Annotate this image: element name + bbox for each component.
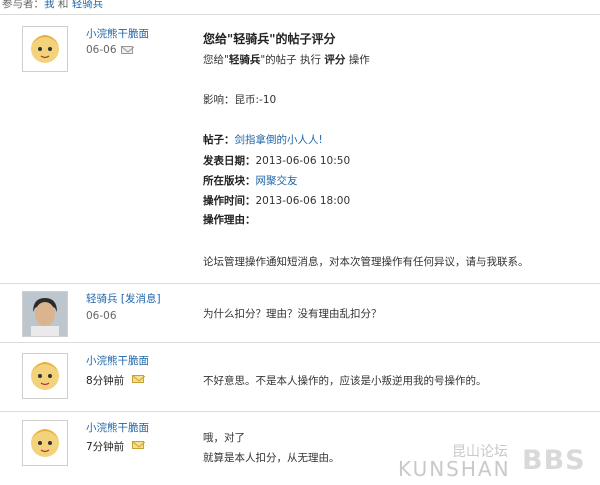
subtitle-action: 评分 <box>324 54 346 66</box>
message-date: 06-06 <box>86 44 117 56</box>
divider <box>0 283 600 284</box>
post-link[interactable]: 剑指拿倒的小人人! <box>235 134 323 146</box>
send-message-link[interactable]: [发消息] <box>121 293 161 305</box>
mail-icon <box>132 375 145 383</box>
message-text: 为什么扣分？理由？没有理由乱扣分？ <box>203 308 382 320</box>
message-text: 不好意思。不是本人操作的，应该是小叛逆用我的号操作的。 <box>203 375 487 387</box>
publish-value: 2013-06-06 10:50 <box>255 155 351 167</box>
reason-row: 操作理由： <box>203 212 256 227</box>
subtitle-pre: 您给" <box>203 54 229 66</box>
sender-row: 轻骑兵 [发消息] <box>86 291 161 306</box>
message-title: 您给"轻骑兵"的帖子评分 <box>203 32 336 46</box>
participants-prefix: 参与者： <box>2 0 44 10</box>
board-link[interactable]: 网聚交友 <box>256 175 298 187</box>
post-row: 帖子：剑指拿倒的小人人! <box>203 132 323 147</box>
avatar[interactable] <box>22 26 68 72</box>
mail-icon <box>121 46 134 54</box>
mail-icon <box>132 441 145 449</box>
message-date: 06-06 <box>86 310 117 322</box>
optime-label: 操作时间： <box>203 195 256 207</box>
publish-row: 发表日期：2013-06-06 10:50 <box>203 153 350 168</box>
board-label: 所在版块： <box>203 175 256 187</box>
avatar[interactable] <box>22 353 68 399</box>
publish-label: 发表日期： <box>203 155 256 167</box>
optime-value: 2013-06-06 18:00 <box>255 195 351 207</box>
sender-name[interactable]: 轻骑兵 <box>86 293 118 305</box>
message-line-1: 哦，对了 <box>203 432 245 444</box>
notice-text: 论坛管理操作通知短消息，对本次管理操作有任何异议，请与我联系。 <box>203 256 529 268</box>
sender-name[interactable]: 小浣熊干脆面 <box>86 26 149 41</box>
subtitle-post: 操作 <box>345 54 370 66</box>
watermark-en: KUNSHAN <box>398 457 511 481</box>
message-date: 8分钟前 <box>86 375 125 387</box>
avatar[interactable] <box>22 291 68 337</box>
optime-row: 操作时间：2013-06-06 18:00 <box>203 193 350 208</box>
divider <box>0 411 600 412</box>
message-line-2: 就算是本人扣分，从无理由。 <box>203 452 340 464</box>
divider <box>0 342 600 343</box>
message-subtitle: 您给"轻骑兵"的帖子 执行 评分 操作 <box>203 52 370 67</box>
message-date: 7分钟前 <box>86 441 125 453</box>
post-label: 帖子： <box>203 134 235 146</box>
board-row: 所在版块：网聚交友 <box>203 173 298 188</box>
watermark-bbs: BBS <box>522 445 586 476</box>
sender-name[interactable]: 小浣熊干脆面 <box>86 353 149 368</box>
subtitle-name: 轻骑兵 <box>228 54 261 66</box>
subtitle-mid: "的帖子 执行 <box>260 54 325 66</box>
avatar[interactable] <box>22 420 68 466</box>
effect-line: 影响：昆币:-10 <box>203 94 277 106</box>
sender-name[interactable]: 小浣熊干脆面 <box>86 420 149 435</box>
participants-and: 和 <box>57 0 69 10</box>
reason-label: 操作理由： <box>203 214 256 226</box>
divider <box>0 14 600 15</box>
participants-line: 参与者：我 和 轻骑兵 <box>2 0 103 11</box>
participant-other-link[interactable]: 轻骑兵 <box>72 0 104 10</box>
participant-me-link[interactable]: 我 <box>44 0 55 10</box>
